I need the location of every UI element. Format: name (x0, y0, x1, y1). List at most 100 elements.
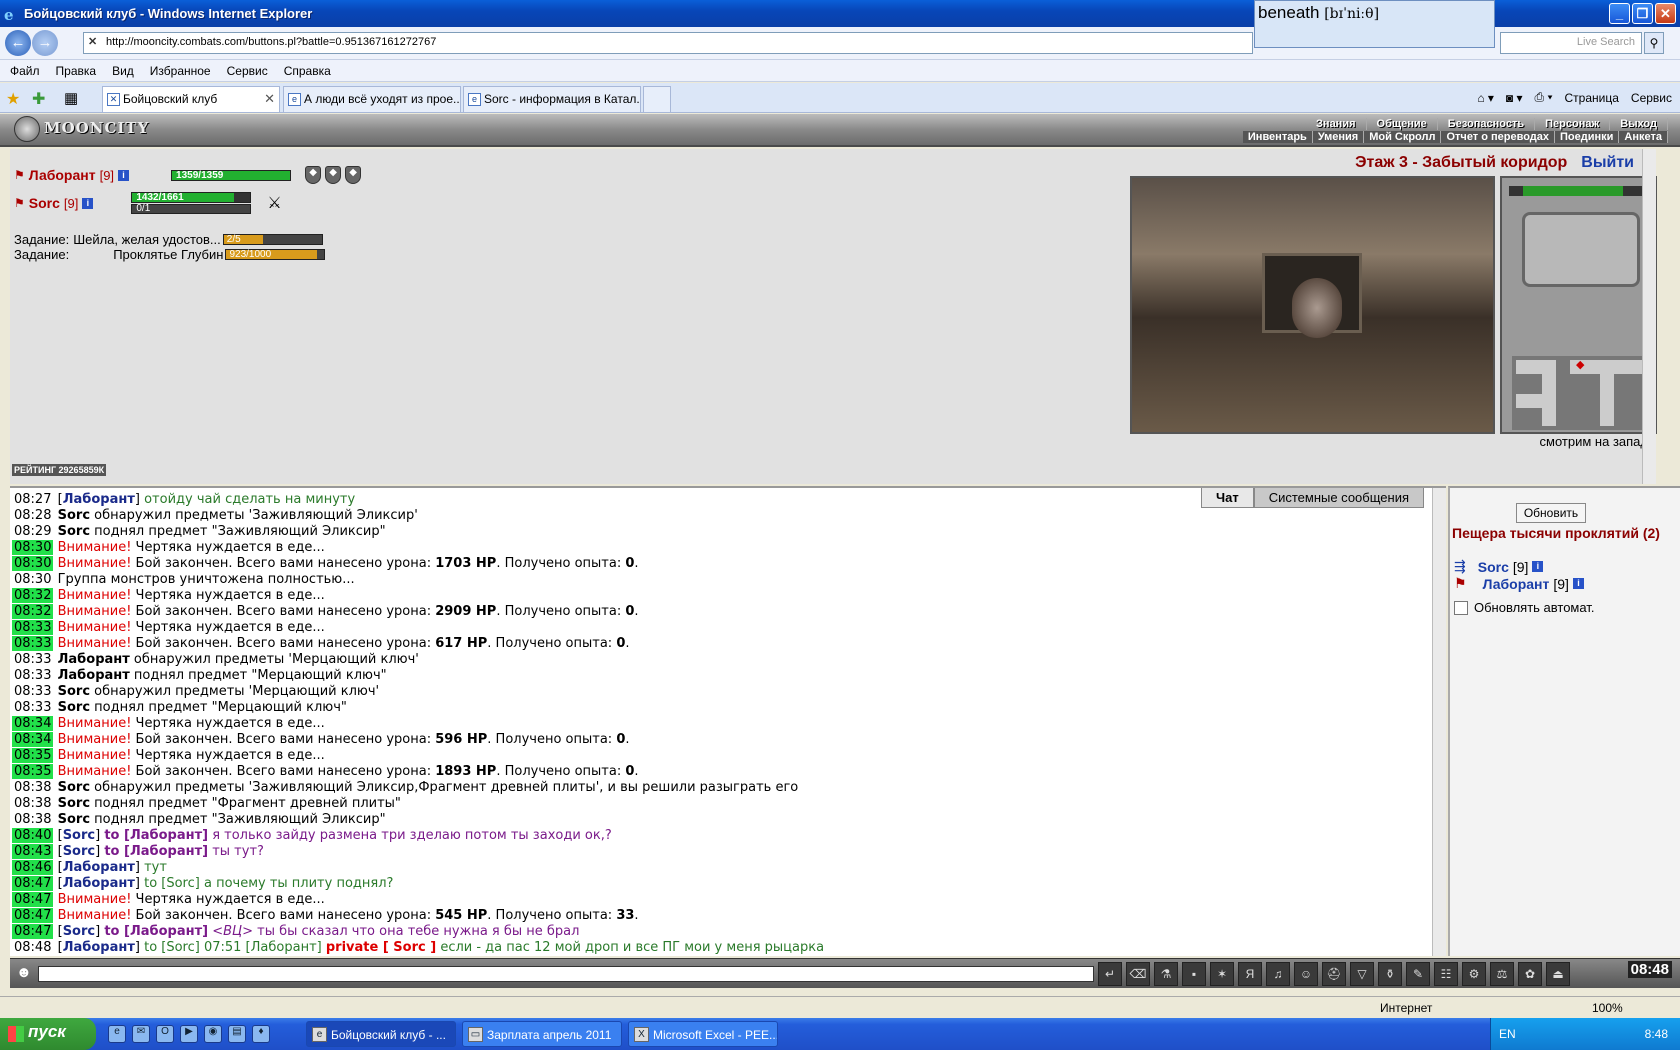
nav-profile[interactable]: Анкета (1619, 131, 1668, 143)
chat-timestamp[interactable]: 08:40 (12, 828, 54, 843)
maximize-button[interactable]: ❐ (1632, 3, 1653, 24)
opera-icon[interactable]: O (156, 1025, 174, 1043)
gift-icon[interactable]: ✿ (1518, 962, 1542, 986)
nav-my-scroll[interactable]: Мой Скролл (1364, 131, 1442, 143)
chat-timestamp[interactable]: 08:32 (12, 588, 54, 603)
search-input[interactable]: Live Search (1500, 32, 1642, 54)
dungeon-view[interactable] (1130, 176, 1495, 434)
favorites-star-icon[interactable]: ★ (6, 89, 20, 109)
translit-icon[interactable]: Я (1238, 962, 1262, 986)
chat-timestamp[interactable]: 08:38 (12, 780, 53, 795)
chat-timestamp[interactable]: 08:47 (12, 876, 54, 891)
url-input[interactable]: ✕ http://mooncity.combats.com/buttons.pl?… (83, 32, 1253, 54)
clear-icon[interactable]: ⌫ (1126, 962, 1150, 986)
chat-timestamp[interactable]: 08:30 (12, 556, 54, 571)
effect-shield-icon[interactable]: ◆ (325, 166, 342, 184)
minimize-button[interactable]: _ (1609, 3, 1630, 24)
menu-view[interactable]: Вид (112, 64, 134, 78)
arrow-icon[interactable]: ▽ (1350, 962, 1374, 986)
info-icon[interactable]: i (1572, 578, 1584, 589)
menu-favorites[interactable]: Избранное (150, 64, 211, 78)
forward-button[interactable]: → (32, 30, 58, 56)
back-button[interactable]: ← (5, 30, 31, 56)
player-name[interactable]: Лаборант (29, 167, 96, 183)
save-icon[interactable]: ▪ (1182, 962, 1206, 986)
scroll-icon[interactable]: ✎ (1406, 962, 1430, 986)
nav-inventory[interactable]: Инвентарь (1243, 131, 1313, 143)
tab-system-messages[interactable]: Системные сообщения (1253, 488, 1424, 508)
chat-timestamp[interactable]: 08:35 (12, 748, 54, 763)
effect-shield-icon[interactable]: ◆ (305, 166, 322, 184)
tab-people-leaving[interactable]: e А люди всё уходят из прое... (283, 86, 461, 112)
chat-timestamp[interactable]: 08:29 (12, 524, 53, 539)
quick-tabs-icon[interactable]: ▦ (64, 89, 78, 107)
chat-timestamp[interactable]: 08:27 (12, 492, 53, 507)
chat-timestamp[interactable]: 08:33 (12, 636, 54, 651)
tools-menu[interactable]: Сервис (1631, 91, 1672, 105)
task-fight-club[interactable]: e Бойцовский клуб - ... (306, 1021, 456, 1047)
tab-chat[interactable]: Чат (1200, 488, 1254, 508)
nav-exit[interactable]: Выход (1610, 118, 1668, 130)
chat-timestamp[interactable]: 08:48 (12, 940, 53, 955)
smiley-icon[interactable]: ☺ (1294, 962, 1318, 986)
trade-icon[interactable]: ⚖ (1490, 962, 1514, 986)
monster-image[interactable] (1292, 278, 1342, 338)
nav-knowledge[interactable]: Знания (1306, 118, 1367, 130)
chrome-icon[interactable]: ◉ (204, 1025, 222, 1043)
exit-link[interactable]: Выйти (1581, 154, 1634, 171)
chat-timestamp[interactable]: 08:32 (12, 604, 54, 619)
menu-tools[interactable]: Сервис (227, 64, 268, 78)
page-menu[interactable]: Страница (1565, 91, 1619, 105)
chat-timestamp[interactable]: 08:34 (12, 716, 54, 731)
chat-timestamp[interactable]: 08:38 (12, 796, 53, 811)
menu-edit[interactable]: Правка (56, 64, 97, 78)
feeds-icon[interactable]: ◙ ▾ (1506, 91, 1523, 105)
exit-icon[interactable]: ⏏ (1546, 962, 1570, 986)
nav-character[interactable]: Персонаж (1535, 118, 1611, 130)
start-button[interactable]: пуск (0, 1018, 96, 1050)
new-tab-button[interactable] (643, 86, 671, 112)
chat-timestamp[interactable]: 08:33 (12, 700, 53, 715)
chat-timestamp[interactable]: 08:33 (12, 684, 53, 699)
chat-timestamp[interactable]: 08:34 (12, 732, 54, 747)
player-name[interactable]: Sorc (29, 195, 60, 211)
ie-icon[interactable]: e (108, 1025, 126, 1043)
auto-refresh-checkbox[interactable] (1454, 600, 1468, 615)
info-icon[interactable]: i (82, 197, 94, 209)
chat-mode-icon[interactable]: ☻ (16, 964, 32, 981)
task-excel[interactable]: X Microsoft Excel - РЕЕ... (628, 1021, 778, 1047)
sound-icon[interactable]: ♫ (1266, 962, 1290, 986)
app-icon[interactable]: ♦ (252, 1025, 270, 1043)
refresh-button[interactable]: Обновить (1516, 503, 1586, 523)
tab-fight-club[interactable]: ✕ Бойцовский клуб ✕ (102, 86, 280, 112)
doc-icon[interactable]: ▤ (228, 1025, 246, 1043)
nav-social[interactable]: Общение (1367, 118, 1438, 130)
filter-icon[interactable]: ⚗ (1154, 962, 1178, 986)
menu-file[interactable]: Файл (10, 64, 40, 78)
nav-duels[interactable]: Поединки (1555, 131, 1620, 143)
chat-timestamp[interactable]: 08:30 (12, 572, 53, 587)
info-icon[interactable]: i (118, 169, 130, 181)
search-icon[interactable]: ⚲ (1644, 32, 1664, 54)
task-salary-folder[interactable]: ▭ Зарплата апрель 2011 (462, 1021, 622, 1047)
nav-skills[interactable]: Умения (1313, 131, 1365, 143)
chat-timestamp[interactable]: 08:47 (12, 908, 54, 923)
crossed-swords-icon[interactable]: ⚔ (267, 193, 281, 213)
chat-timestamp[interactable]: 08:46 (12, 860, 54, 875)
tab-close-icon[interactable]: ✕ (264, 91, 275, 107)
chat-timestamp[interactable]: 08:33 (12, 652, 53, 667)
rating-badge[interactable]: РЕЙТИНГ 29265859К (12, 464, 107, 476)
chat-timestamp[interactable]: 08:43 (12, 844, 54, 859)
chat-timestamp[interactable]: 08:33 (12, 668, 53, 683)
zoom-level[interactable]: 100% (1592, 1001, 1623, 1015)
chat-timestamp[interactable]: 08:33 (12, 620, 54, 635)
info-icon[interactable]: i (1532, 561, 1544, 572)
tab-sorc-info[interactable]: e Sorc - информация в Катал... (463, 86, 641, 112)
chat-timestamp[interactable]: 08:28 (12, 508, 53, 523)
chat-timestamp[interactable]: 08:47 (12, 924, 54, 939)
home-icon[interactable]: ⌂ ▾ (1477, 91, 1494, 105)
outlook-icon[interactable]: ✉ (132, 1025, 150, 1043)
chat-timestamp[interactable]: 08:47 (12, 892, 54, 907)
scrollbar[interactable] (1642, 149, 1656, 484)
fight-icon[interactable]: ✶ (1210, 962, 1234, 986)
